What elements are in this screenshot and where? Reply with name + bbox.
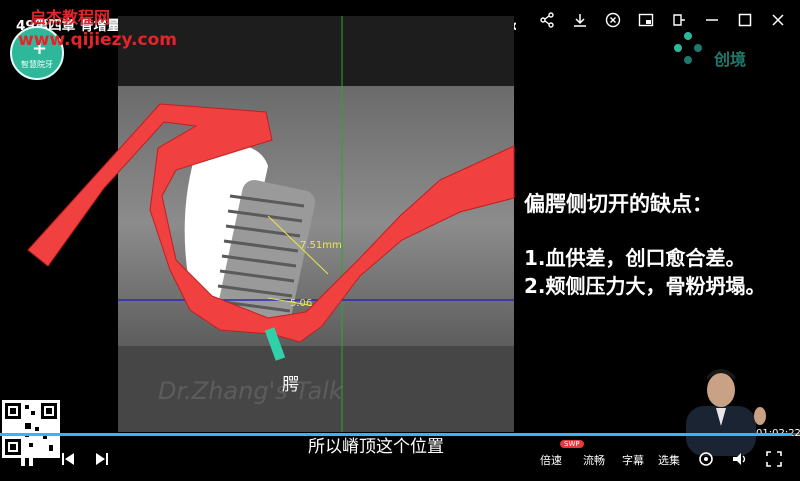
next-icon[interactable]: [94, 450, 110, 468]
volume-icon[interactable]: [731, 450, 749, 468]
watermark-site-url: www.qijiezy.com: [18, 30, 178, 50]
episodes-button[interactable]: 选集: [658, 452, 680, 468]
pause-icon[interactable]: [18, 450, 36, 468]
progress-bar[interactable]: [0, 433, 800, 436]
speed-button[interactable]: 倍速: [540, 452, 562, 468]
speed-badge: SWP: [560, 440, 584, 448]
watermark-site-name: 启杰教程网: [30, 8, 111, 27]
slide-heading: 偏腭侧切开的缺点：: [524, 192, 713, 216]
presenter-video: [686, 369, 766, 456]
slide-point-1: 1.血供差，创口愈合差。: [524, 246, 746, 270]
player-controls: 倍速 SWP 流畅 字幕 选集: [0, 440, 800, 476]
quality-button[interactable]: 流畅: [583, 452, 605, 468]
progress-fill: [0, 433, 792, 436]
previous-icon[interactable]: [60, 450, 76, 468]
logo-text: 智慧院牙: [21, 60, 53, 69]
fullscreen-icon[interactable]: [765, 450, 783, 468]
brand-logo: 创境: [668, 28, 788, 72]
palatal-label: 腭: [282, 375, 299, 395]
slide-point-2: 2.颊侧压力大，骨粉坍塌。: [524, 274, 766, 298]
loop-icon[interactable]: [697, 450, 715, 468]
brand-mark-icon: [674, 32, 702, 64]
caption-button[interactable]: 字幕: [622, 452, 644, 468]
brand-name: 创境: [714, 50, 747, 69]
